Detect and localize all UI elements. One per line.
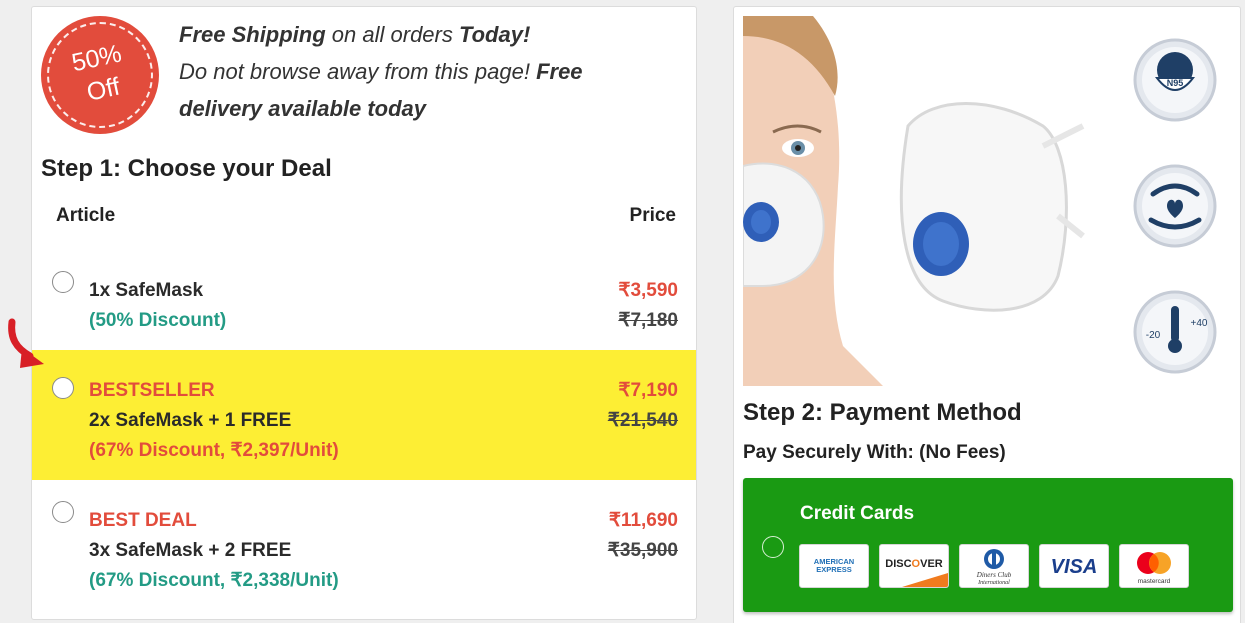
column-header-price: Price	[629, 205, 676, 226]
deal-3-name: 3x SafeMask + 2 FREE	[89, 540, 292, 561]
deal-3-price: ₹11,690	[608, 510, 678, 531]
step1-title: Step 1: Choose your Deal	[41, 155, 332, 182]
credit-card-option[interactable]: Credit Cards AMERICAN EXPRESS DISCOVER D…	[743, 478, 1233, 612]
diners-club-logo: Diners Club International	[959, 544, 1029, 588]
promo-delivery: delivery available today	[179, 96, 427, 121]
mastercard-logo: mastercard	[1119, 544, 1189, 588]
promo-on-all-orders: on all orders	[325, 22, 459, 47]
svg-text:N95: N95	[1167, 78, 1184, 88]
badge-off: Off	[84, 72, 123, 107]
amex-logo: AMERICAN EXPRESS	[799, 544, 869, 588]
card-logos: AMERICAN EXPRESS DISCOVER Diners Club In…	[799, 544, 1189, 588]
promo-text: Free Shipping on all orders Today! Do no…	[179, 16, 679, 127]
promo-today: Today!	[458, 22, 531, 47]
arrow-icon	[8, 318, 44, 368]
visa-logo: VISA	[1039, 544, 1109, 588]
deal-radio-2[interactable]	[52, 377, 74, 399]
promo-dont-browse: Do not browse away from this page!	[179, 59, 537, 84]
credit-card-radio[interactable]	[762, 536, 784, 558]
deal-1-name: 1x SafeMask	[89, 280, 204, 301]
deal-3-tag: BEST DEAL	[89, 510, 197, 531]
svg-text:-20: -20	[1146, 330, 1161, 341]
deal-2-price: ₹7,190	[618, 380, 678, 401]
deal-3-old-price: ₹35,900	[607, 540, 678, 561]
protection-hands-icon	[1133, 164, 1217, 248]
deal-1-price: ₹3,590	[618, 280, 678, 301]
discount-badge: 50% Off	[41, 16, 159, 134]
deal-option-3[interactable]: BEST DEAL 3x SafeMask + 2 FREE (67% Disc…	[32, 494, 696, 604]
credit-cards-label: Credit Cards	[800, 503, 915, 524]
deal-1-discount: (50% Discount)	[89, 310, 227, 331]
deal-2-old-price: ₹21,540	[607, 410, 678, 431]
svg-text:VISA: VISA	[1051, 556, 1098, 578]
promo-free: Free	[536, 59, 583, 84]
svg-text:Diners Club: Diners Club	[976, 571, 1012, 579]
deal-panel: 50% Off Free Shipping on all orders Toda…	[31, 6, 697, 620]
svg-text:DISCOVER: DISCOVER	[885, 558, 943, 570]
step2-title: Step 2: Payment Method	[743, 399, 1022, 426]
column-header-article: Article	[56, 205, 116, 226]
product-image: N95 -20 +40	[743, 16, 1223, 386]
svg-text:International: International	[977, 580, 1010, 586]
deal-3-discount: (67% Discount, ₹2,338/Unit)	[89, 570, 339, 591]
svg-text:+40: +40	[1191, 318, 1208, 329]
pay-securely-label: Pay Securely With: (No Fees)	[743, 442, 1006, 463]
deal-2-name: 2x SafeMask + 1 FREE	[89, 410, 292, 431]
n95-mask-icon: N95	[1133, 38, 1217, 122]
badge-percent: 50%	[69, 39, 125, 78]
deal-2-tag: BESTSELLER	[89, 380, 215, 401]
deal-radio-3[interactable]	[52, 501, 74, 523]
deal-2-discount: (67% Discount, ₹2,397/Unit)	[89, 440, 339, 461]
deal-1-old-price: ₹7,180	[618, 310, 678, 331]
payment-panel: N95 -20 +40 Step 2: Payment Method Pay S…	[733, 6, 1241, 623]
discover-logo: DISCOVER	[879, 544, 949, 588]
deal-option-2[interactable]: BESTSELLER 2x SafeMask + 1 FREE (67% Dis…	[32, 350, 696, 480]
thermometer-icon: -20 +40	[1133, 290, 1217, 374]
deal-radio-1[interactable]	[52, 271, 74, 293]
promo-free-shipping: Free Shipping	[179, 22, 326, 47]
svg-text:EXPRESS: EXPRESS	[816, 565, 851, 574]
svg-text:mastercard: mastercard	[1138, 578, 1171, 585]
deal-option-1[interactable]: 1x SafeMask (50% Discount) ₹3,590 ₹7,180	[32, 264, 696, 344]
